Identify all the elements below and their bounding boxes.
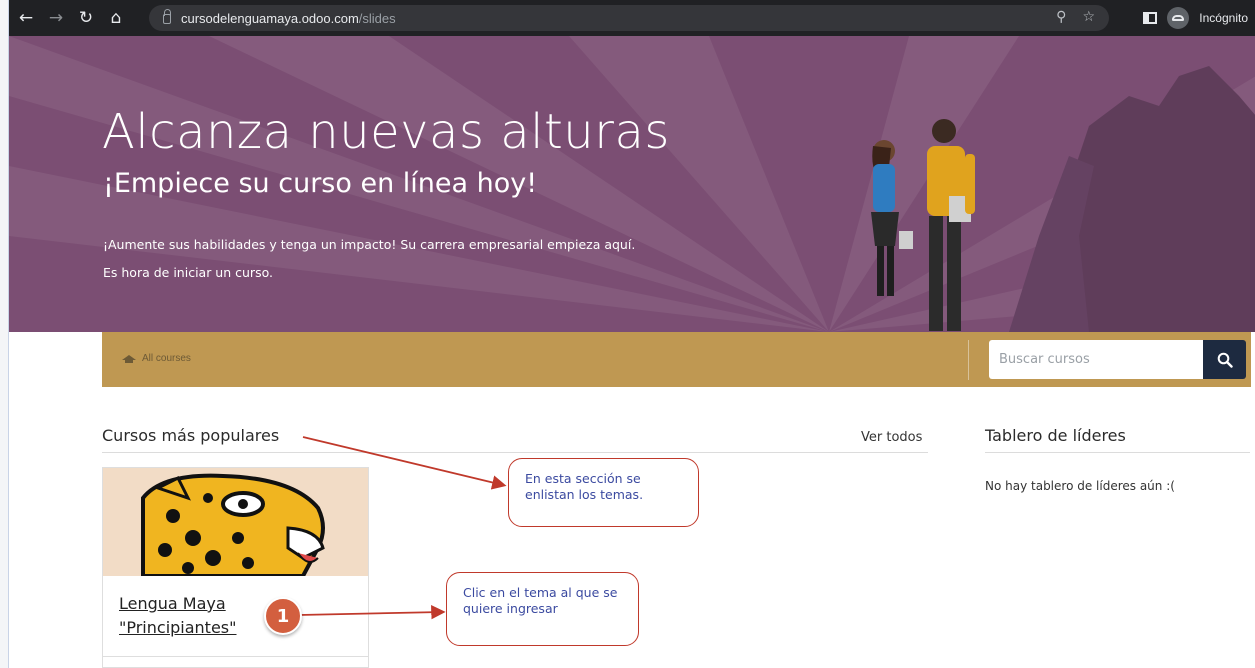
search-input[interactable] bbox=[989, 340, 1204, 379]
graduation-cap-icon bbox=[122, 354, 136, 363]
url-host: cursodelenguamaya.odoo.com bbox=[181, 10, 359, 26]
lock-icon bbox=[163, 9, 171, 24]
browser-toolbar: ← → ↻ ⌂ cursodelenguamaya.odoo.com/slide… bbox=[9, 0, 1255, 36]
callout-section: En esta sección se enlistan los temas. bbox=[508, 458, 699, 527]
hero-title: Alcanza nuevas alturas bbox=[102, 104, 670, 160]
people-illustration bbox=[871, 119, 975, 331]
all-courses-link[interactable]: All courses bbox=[122, 353, 191, 364]
course-thumbnail[interactable] bbox=[103, 468, 368, 578]
url-path: /slides bbox=[358, 10, 396, 26]
card-footer-divider bbox=[103, 656, 368, 657]
side-panel-icon[interactable] bbox=[1143, 12, 1158, 24]
search-icon bbox=[1217, 352, 1233, 368]
jaguar-illustration bbox=[103, 468, 368, 578]
courses-navbar: All courses bbox=[102, 332, 1251, 387]
profile-label[interactable]: Incógnito bbox=[1199, 11, 1248, 25]
zoom-icon[interactable]: ⚲ bbox=[1056, 9, 1066, 25]
leaderboard-title: Tablero de líderes bbox=[985, 426, 1126, 445]
back-icon[interactable]: ← bbox=[13, 5, 39, 31]
divider bbox=[968, 340, 969, 380]
star-icon[interactable]: ☆ bbox=[1082, 9, 1095, 25]
leaderboard-empty-text: No hay tablero de líderes aún :( bbox=[985, 479, 1175, 493]
course-title-line2[interactable]: "Principiantes" bbox=[119, 616, 269, 640]
view-all-link[interactable]: Ver todos bbox=[861, 430, 922, 445]
leaderboard-divider bbox=[985, 452, 1250, 453]
forward-icon[interactable]: → bbox=[43, 5, 69, 31]
callout-click: Clic en el tema al que se quiere ingresa… bbox=[446, 572, 639, 646]
hero-tagline: ¡Aumente sus habilidades y tenga un impa… bbox=[103, 237, 636, 252]
browser-window: ← → ↻ ⌂ cursodelenguamaya.odoo.com/slide… bbox=[8, 0, 1255, 668]
address-bar[interactable]: cursodelenguamaya.odoo.com/slides ⚲ ☆ bbox=[149, 5, 1109, 31]
incognito-icon[interactable] bbox=[1167, 7, 1190, 29]
hero-subtitle: ¡Empiece su curso en línea hoy! bbox=[103, 168, 538, 199]
home-icon[interactable]: ⌂ bbox=[103, 5, 129, 31]
all-courses-label: All courses bbox=[142, 353, 191, 364]
course-title-link[interactable]: Lengua Maya "Principiantes" bbox=[119, 592, 269, 640]
course-title-line1[interactable]: Lengua Maya bbox=[119, 592, 269, 616]
reload-icon[interactable]: ↻ bbox=[73, 5, 99, 31]
course-card[interactable]: Lengua Maya "Principiantes" bbox=[102, 467, 369, 668]
hero-banner: Alcanza nuevas alturas ¡Empiece su curso… bbox=[9, 36, 1255, 332]
hero-cta-text: Es hora de iniciar un curso. bbox=[103, 265, 273, 280]
popular-courses-title: Cursos más populares bbox=[102, 426, 280, 445]
section-divider bbox=[102, 452, 928, 453]
search-button[interactable] bbox=[1203, 340, 1246, 379]
step-badge: 1 bbox=[264, 597, 302, 635]
